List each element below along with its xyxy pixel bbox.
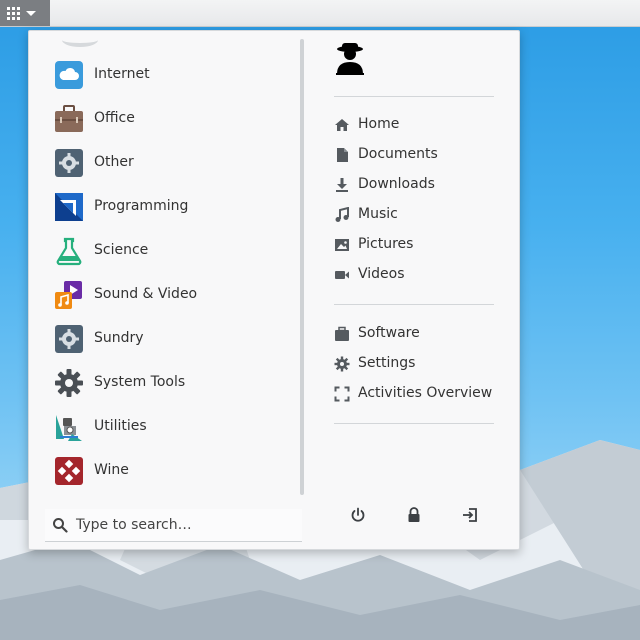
- search-icon: [53, 518, 68, 533]
- picture-icon: [335, 239, 349, 251]
- place-documents[interactable]: Documents: [334, 141, 504, 169]
- place-home[interactable]: Home: [334, 111, 504, 139]
- system-label: Settings: [358, 355, 416, 371]
- app-label: Office: [94, 110, 135, 126]
- app-label: System Tools: [94, 374, 186, 390]
- utilities-icon: [56, 415, 82, 441]
- place-label: Home: [358, 116, 400, 132]
- session-actions: [334, 501, 494, 529]
- cog-icon: [55, 369, 83, 397]
- gear-icon: [55, 149, 83, 177]
- app-list-scrollbar[interactable]: [299, 39, 305, 495]
- place-label: Documents: [358, 146, 438, 162]
- system-settings[interactable]: Settings: [334, 350, 504, 378]
- app-label: Science: [94, 242, 149, 258]
- applications-menu: Internet Office Other Programming Scienc…: [28, 30, 520, 550]
- place-label: Videos: [358, 266, 405, 282]
- category-utilities[interactable]: Utilities: [29, 405, 299, 449]
- flask-icon: [56, 237, 82, 266]
- divider: [334, 96, 494, 97]
- programming-icon: [55, 193, 83, 221]
- place-label: Downloads: [358, 176, 435, 192]
- place-pictures[interactable]: Pictures: [334, 231, 504, 259]
- document-icon: [337, 148, 348, 162]
- category-programming[interactable]: Programming: [29, 185, 299, 229]
- place-label: Music: [358, 206, 398, 222]
- briefcase-icon: [55, 105, 83, 132]
- applications-menu-button[interactable]: [0, 0, 50, 26]
- category-system-tools[interactable]: System Tools: [29, 361, 299, 405]
- system-label: Activities Overview: [358, 385, 493, 401]
- chevron-down-icon: [26, 11, 36, 16]
- video-icon: [335, 271, 349, 279]
- partially-scrolled-icon: [62, 33, 98, 47]
- music-icon: [335, 207, 349, 222]
- logout-icon[interactable]: [460, 505, 480, 525]
- search-input[interactable]: Type to search…: [45, 509, 302, 542]
- system-label: Software: [358, 325, 420, 341]
- category-office[interactable]: Office: [29, 97, 299, 141]
- settings-icon: [334, 356, 350, 372]
- app-label: Internet: [94, 66, 150, 82]
- divider: [334, 304, 494, 305]
- download-icon: [336, 178, 348, 192]
- place-label: Pictures: [358, 236, 414, 252]
- place-downloads[interactable]: Downloads: [334, 171, 504, 199]
- category-science[interactable]: Science: [29, 229, 299, 273]
- category-other[interactable]: Other: [29, 141, 299, 185]
- system-software[interactable]: Software: [334, 320, 504, 348]
- gear-icon: [55, 325, 83, 353]
- activities-icon: [334, 386, 350, 402]
- user-avatar[interactable]: [334, 41, 366, 77]
- scrollbar-thumb[interactable]: [300, 39, 304, 495]
- app-label: Other: [94, 154, 134, 170]
- app-grid-icon: [7, 6, 20, 20]
- home-icon: [335, 119, 349, 131]
- power-off-icon[interactable]: [348, 505, 368, 525]
- top-panel: [0, 0, 640, 27]
- system-activities-overview[interactable]: Activities Overview: [334, 380, 504, 408]
- wine-icon: [55, 457, 83, 485]
- app-label: Sound & Video: [94, 286, 198, 302]
- cloud-icon: [55, 61, 83, 89]
- sound-video-icon: [55, 281, 82, 309]
- app-category-list: Internet Office Other Programming Scienc…: [29, 31, 305, 493]
- app-label: Wine: [94, 462, 129, 478]
- category-sound-video[interactable]: Sound & Video: [29, 273, 299, 317]
- category-internet[interactable]: Internet: [29, 53, 299, 97]
- software-icon: [335, 326, 349, 341]
- lock-icon[interactable]: [404, 505, 424, 525]
- app-label: Utilities: [94, 418, 147, 434]
- category-sundry[interactable]: Sundry: [29, 317, 299, 361]
- app-label: Sundry: [94, 330, 144, 346]
- category-wine[interactable]: Wine: [29, 449, 299, 493]
- divider: [334, 423, 494, 424]
- app-label: Programming: [94, 198, 189, 214]
- search-placeholder: Type to search…: [76, 517, 192, 533]
- place-music[interactable]: Music: [334, 201, 504, 229]
- place-videos[interactable]: Videos: [334, 261, 504, 289]
